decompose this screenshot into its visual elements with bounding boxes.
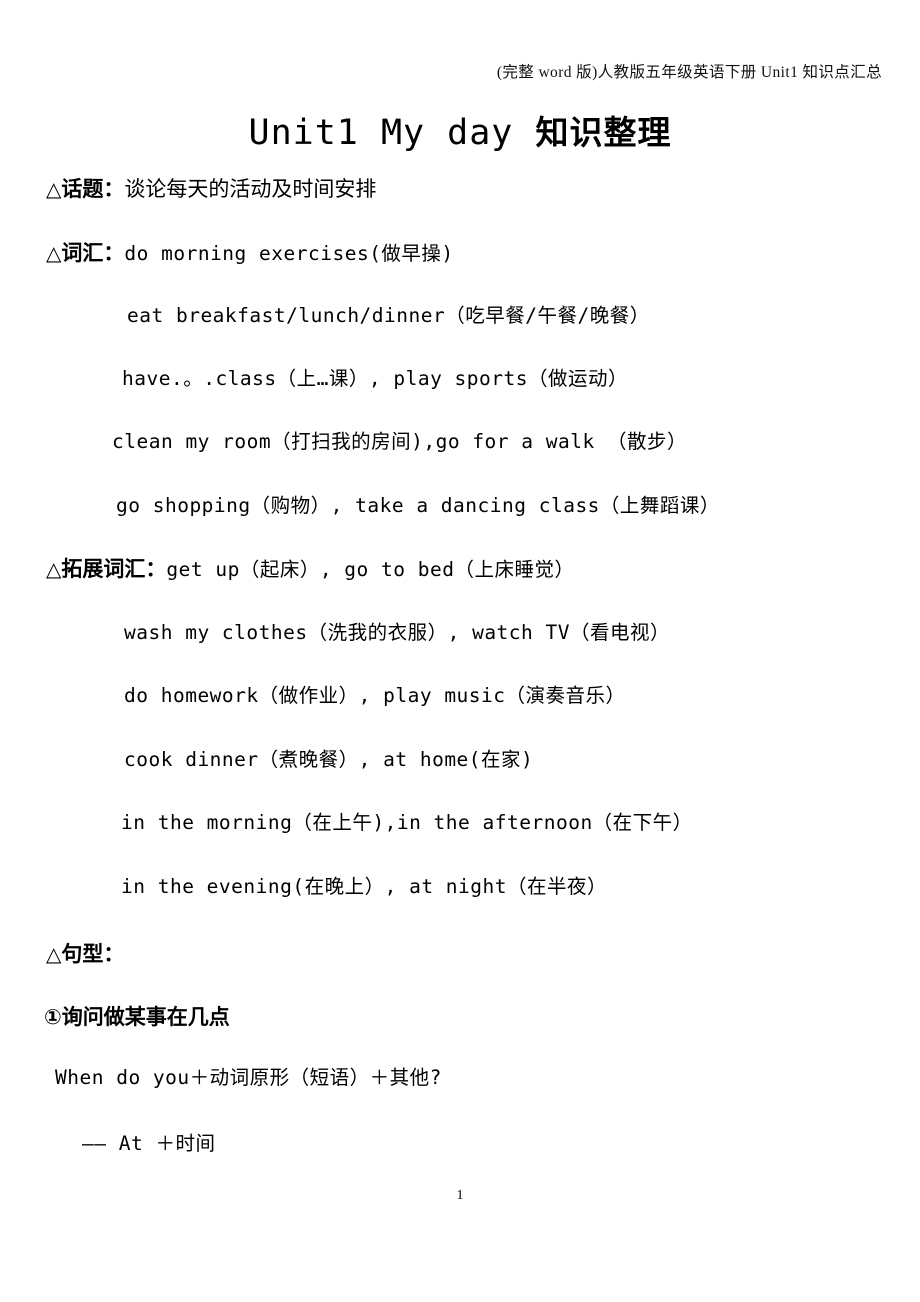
page-title-english: Unit1 My day (248, 113, 514, 153)
section-sentence-patterns-label: 句型： (61, 941, 125, 966)
section-topic-content: 谈论每天的活动及时间安排 (124, 177, 377, 201)
triangle-bullet-icon: △ (46, 177, 62, 201)
running-header: (完整 word 版)人教版五年级英语下册 Unit1 知识点汇总 (496, 64, 882, 81)
page-title-chinese: 知识整理 (535, 113, 672, 152)
section-topic: △话题：谈论每天的活动及时间安排 (46, 178, 376, 200)
sentence-pattern-answer-text: —— At ＋时间 (82, 1132, 216, 1155)
extended-vocabulary-line: do homework（做作业）, play music（演奏音乐） (124, 684, 626, 707)
sentence-pattern-answer: —— At ＋时间 (82, 1134, 215, 1154)
section-extended-vocabulary-label: 拓展词汇： (61, 556, 167, 581)
vocabulary-line: have.。.class（上…课）, play sports（做运动） (122, 367, 628, 390)
extended-vocabulary-line: in the evening(在晚上）, at night（在半夜） (121, 875, 607, 898)
vocabulary-line: go shopping（购物）, take a dancing class（上舞… (116, 494, 720, 517)
section-topic-label: 话题： (61, 176, 125, 201)
circled-number-1-icon: ① (44, 1005, 62, 1029)
triangle-bullet-icon: △ (46, 942, 62, 966)
section-vocabulary-first-line: do morning exercises(做早操) (124, 242, 454, 265)
page-number: 1 (456, 1188, 464, 1203)
section-sentence-patterns-heading: △句型： (46, 943, 124, 965)
sentence-pattern-question-text: When do you＋动词原形（短语）＋其他? (55, 1066, 442, 1089)
sentence-pattern-item-1-label: 询问做某事在几点 (61, 1004, 230, 1029)
vocabulary-line: clean my room（打扫我的房间),go for a walk （散步） (112, 430, 687, 453)
section-vocabulary-heading: △词汇：do morning exercises(做早操) (46, 242, 454, 264)
section-extended-vocabulary-first-line: get up（起床）, go to bed（上床睡觉） (166, 558, 575, 581)
document-page: (完整 word 版)人教版五年级英语下册 Unit1 知识点汇总 Unit1 … (0, 0, 920, 1302)
section-vocabulary-label: 词汇： (61, 240, 125, 265)
sentence-pattern-item-1-heading: ①询问做某事在几点 (44, 1006, 230, 1028)
sentence-pattern-question: When do you＋动词原形（短语）＋其他? (55, 1068, 442, 1088)
triangle-bullet-icon: △ (46, 557, 62, 581)
page-title: Unit1 My day 知识整理 (0, 106, 920, 154)
section-extended-vocabulary-heading: △拓展词汇：get up（起床）, go to bed（上床睡觉） (46, 558, 574, 580)
triangle-bullet-icon: △ (46, 241, 62, 265)
extended-vocabulary-line: wash my clothes（洗我的衣服）, watch TV（看电视） (124, 621, 670, 644)
extended-vocabulary-line: in the morning（在上午),in the afternoon（在下午… (121, 811, 693, 834)
vocabulary-line: eat breakfast/lunch/dinner（吃早餐/午餐/晚餐） (127, 304, 650, 327)
extended-vocabulary-line: cook dinner（煮晚餐）, at home(在家) (124, 748, 534, 771)
title-spacer (513, 113, 535, 153)
